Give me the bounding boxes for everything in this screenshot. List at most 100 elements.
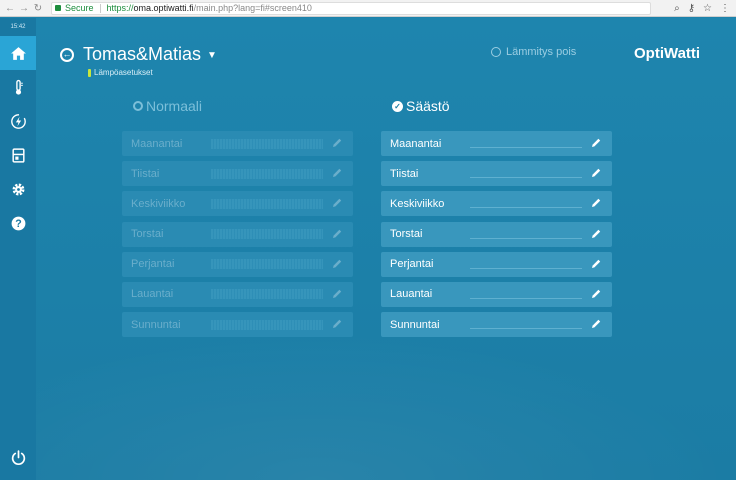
normal-schedule-column: Normaali Maanantai Tiistai Keskiviikko T… (122, 96, 353, 342)
saving-day-row[interactable]: Tiistai (381, 161, 612, 187)
mode-saving-radio[interactable]: ✓ Säästö (392, 96, 612, 116)
normal-day-row[interactable]: Torstai (122, 221, 353, 247)
schedule-bar (470, 147, 582, 148)
lock-icon (55, 5, 61, 11)
saving-day-row[interactable]: Maanantai (381, 131, 612, 156)
schedule-bar (470, 237, 582, 239)
edit-pencil-icon[interactable] (590, 167, 602, 179)
url-protocol: https:// (106, 3, 134, 13)
heating-status: Lämmitys pois (491, 46, 576, 58)
edit-pencil-icon[interactable] (590, 137, 602, 149)
status-ring-icon (491, 47, 501, 57)
sidebar-item-home[interactable] (0, 36, 36, 70)
sidebar-item-help[interactable]: ? (0, 206, 36, 240)
breadcrumb: Lämpöasetukset (88, 68, 153, 77)
normal-day-row[interactable]: Lauantai (122, 281, 353, 307)
normal-day-row[interactable]: Perjantai (122, 251, 353, 277)
main-panel: ← Tomas&Matias ▼ Lämpöasetukset Lämmitys… (36, 18, 736, 480)
schedule-bar (211, 138, 323, 149)
power-icon (11, 449, 25, 465)
schedule-bar (470, 297, 582, 299)
sidebar-item-devices[interactable] (0, 138, 36, 172)
schedule-bar (211, 259, 323, 270)
edit-pencil-icon[interactable] (331, 258, 343, 270)
edit-pencil-icon[interactable] (331, 228, 343, 240)
browser-toolbar: ← → ↻ Secure https:// oma.optiwatti.fi /… (0, 0, 736, 17)
edit-pencil-icon[interactable] (331, 167, 343, 179)
caret-down-icon[interactable]: ▼ (207, 50, 217, 61)
gear-icon (12, 183, 24, 195)
saving-day-row[interactable]: Sunnuntai (381, 312, 612, 338)
reload-icon[interactable]: ↻ (31, 3, 45, 14)
day-label: Lauantai (390, 288, 433, 301)
schedule-bar (470, 267, 582, 269)
sidebar: 15:42 ? (0, 18, 36, 480)
normal-day-row[interactable]: Tiistai (122, 161, 353, 187)
star-icon[interactable]: ☆ (703, 3, 712, 14)
svg-text:?: ? (15, 218, 21, 230)
status-label: Lämmitys pois (506, 46, 577, 58)
schedule-bar (470, 207, 582, 209)
back-arrow-icon[interactable]: ← (3, 3, 17, 14)
edit-pencil-icon[interactable] (590, 197, 602, 209)
back-button[interactable]: ← (60, 47, 74, 62)
normal-day-row[interactable]: Keskiviikko (122, 191, 353, 217)
normal-day-row[interactable]: Maanantai (122, 131, 353, 156)
energy-icon (10, 113, 26, 129)
day-label: Torstai (390, 228, 423, 241)
radio-empty-icon (133, 101, 143, 111)
url-path: /main.php?lang=fi#screen410 (193, 3, 312, 13)
address-bar[interactable]: Secure https:// oma.optiwatti.fi /main.p… (51, 1, 651, 15)
schedule-bar (211, 319, 323, 330)
day-label: Maanantai (390, 137, 442, 150)
day-label: Lauantai (131, 288, 174, 301)
logout-button[interactable] (0, 440, 36, 474)
saving-day-row[interactable]: Torstai (381, 221, 612, 247)
help-icon: ? (11, 216, 25, 230)
logo: OptiWatti (634, 45, 701, 62)
page-header: ← Tomas&Matias ▼ (60, 44, 217, 65)
radio-checked-icon: ✓ (392, 100, 403, 112)
breadcrumb-label: Lämpöasetukset (94, 68, 153, 77)
thermometer-small-icon (88, 68, 91, 77)
schedule-bar (211, 229, 323, 240)
mode-normal-radio[interactable]: Normaali (133, 96, 353, 116)
address-divider (99, 3, 101, 13)
saving-schedule-column: ✓ Säästö Maanantai Tiistai Keskiviikko T… (381, 96, 612, 342)
normal-day-row[interactable]: Sunnuntai (122, 312, 353, 338)
edit-pencil-icon[interactable] (590, 258, 602, 270)
day-label: Sunnuntai (390, 318, 440, 331)
saving-day-row[interactable]: Keskiviikko (381, 191, 612, 217)
forward-arrow-icon[interactable]: → (17, 3, 31, 14)
sidebar-item-energy[interactable] (0, 104, 36, 138)
edit-pencil-icon[interactable] (590, 318, 602, 330)
page-title[interactable]: Tomas&Matias (83, 44, 201, 65)
search-icon[interactable]: ⌕ (674, 3, 680, 14)
saving-day-row[interactable]: Perjantai (381, 251, 612, 277)
day-label: Torstai (131, 228, 164, 241)
schedule-bar (470, 328, 582, 330)
thermometer-icon (15, 79, 23, 95)
edit-pencil-icon[interactable] (331, 318, 343, 330)
schedule-bar (211, 289, 323, 300)
schedule-bar (470, 177, 582, 179)
edit-pencil-icon[interactable] (331, 197, 343, 209)
sidebar-item-temperature[interactable] (0, 70, 36, 104)
sidebar-item-settings[interactable] (0, 172, 36, 206)
mode-saving-label: Säästö (406, 98, 450, 114)
edit-pencil-icon[interactable] (590, 228, 602, 240)
edit-pencil-icon[interactable] (331, 137, 343, 149)
arrow-left-icon: ← (62, 49, 72, 59)
saving-day-row[interactable]: Lauantai (381, 281, 612, 307)
schedule-bar (211, 168, 323, 179)
day-label: Tiistai (390, 167, 419, 180)
key-icon[interactable]: ⚷ (688, 3, 695, 14)
day-label: Sunnuntai (131, 318, 181, 331)
edit-pencil-icon[interactable] (331, 288, 343, 300)
day-label: Keskiviikko (131, 197, 186, 210)
menu-icon[interactable]: ⋮ (720, 3, 730, 14)
secure-label: Secure (65, 3, 94, 13)
url-host: oma.optiwatti.fi (133, 3, 194, 13)
schedule-bar (211, 198, 323, 209)
edit-pencil-icon[interactable] (590, 288, 602, 300)
